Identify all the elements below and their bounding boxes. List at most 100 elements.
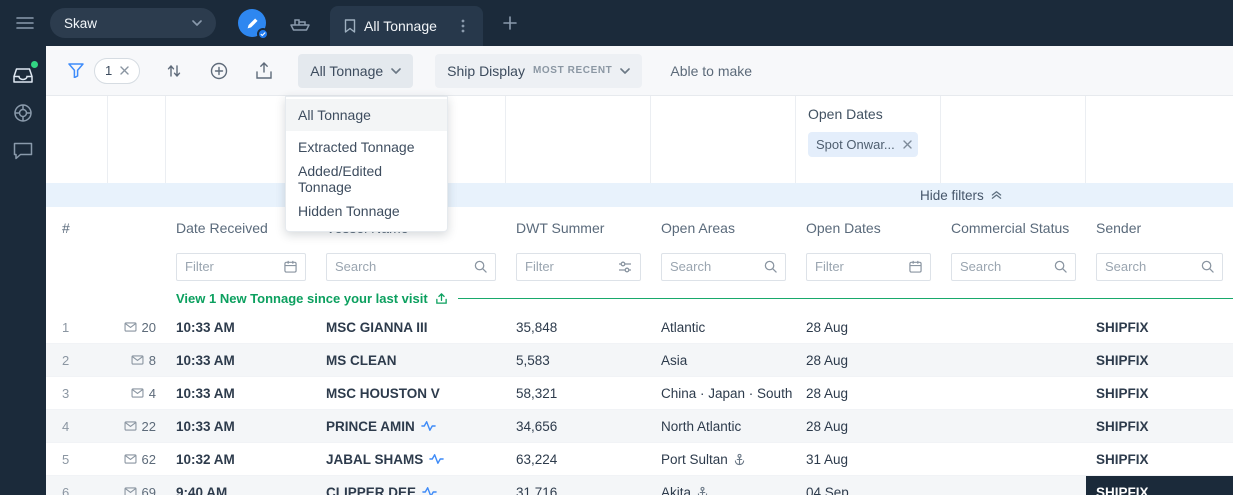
open-areas-value: Atlantic [661, 319, 706, 335]
open-dates-filter-chip[interactable]: Spot Onwar... [808, 132, 918, 157]
open-areas-value: Port Sultan [661, 451, 728, 467]
sort-icon[interactable] [166, 63, 182, 79]
envelope-icon [131, 388, 144, 398]
envelope-icon [124, 421, 137, 431]
filter-input-commercial-status[interactable] [960, 259, 1048, 274]
open-dates-cell: 28 Aug [806, 385, 849, 401]
vessel-name-cell: JABAL SHAMS [316, 452, 506, 467]
chip-close-icon[interactable] [903, 140, 912, 149]
calendar-icon[interactable] [909, 260, 922, 273]
ship-display-label: Ship Display [447, 62, 525, 79]
tab-all-tonnage[interactable]: All Tonnage [330, 6, 483, 46]
search-icon [1201, 260, 1214, 273]
filter-cell [46, 96, 108, 183]
row-number: 1 [62, 319, 70, 335]
vessel-name: JABAL SHAMS [326, 451, 424, 467]
sidebar-item-chat[interactable] [12, 140, 34, 162]
column-header-open-areas[interactable]: Open Areas [651, 220, 796, 236]
menu-item-added-edited-tonnage[interactable]: Added/Edited Tonnage [286, 163, 447, 195]
filter-cell-commercial-status [941, 96, 1086, 183]
sidebar-item-inbox[interactable] [12, 61, 38, 86]
search-icon [764, 260, 777, 273]
view-selector-button[interactable]: All Tonnage [298, 53, 414, 88]
ship-display-button[interactable]: Ship Display MOST RECENT [435, 53, 643, 88]
table-row[interactable]: 5 62 10:32 AM JABAL SHAMS 63,224 Port Sul… [46, 443, 1233, 476]
lifebuoy-icon [13, 103, 33, 123]
column-header-commercial-status[interactable]: Commercial Status [941, 220, 1086, 236]
dwt-summer-cell: 5,583 [516, 352, 550, 368]
table-header: # Date Received Vessel Name DWT Summer O… [46, 207, 1233, 248]
new-tab-plus-icon[interactable] [499, 12, 521, 34]
unread-value: 4 [148, 385, 156, 401]
open-dates-cell: 04 Sep [806, 484, 849, 495]
row-number: 4 [62, 418, 70, 434]
date-received-cell: 10:33 AM [176, 319, 235, 335]
sidebar-item-help[interactable] [12, 102, 34, 124]
table-row[interactable]: 1 20 10:33 AM MSC GIANNA III 35,848 Atlan… [46, 311, 1233, 344]
envelope-icon [124, 487, 137, 495]
date-received-cell: 10:32 AM [176, 451, 235, 467]
row-number: 6 [62, 484, 70, 495]
workspace-selector[interactable]: Skaw [50, 8, 216, 38]
vessel-name: CLIPPER DEE [326, 484, 417, 495]
compose-button[interactable] [238, 9, 269, 40]
date-received-cell: 9:40 AM [176, 484, 228, 495]
chevron-down-icon [391, 67, 401, 74]
filter-input-open-areas[interactable] [670, 259, 758, 274]
open-dates-cell: 28 Aug [806, 319, 849, 335]
menu-item-extracted-tonnage[interactable]: Extracted Tonnage [286, 131, 447, 163]
notification-dot [31, 61, 38, 68]
export-icon[interactable] [256, 62, 272, 79]
table-row[interactable]: 3 4 10:33 AM MSC HOUSTON V 58,321 China ·… [46, 377, 1233, 410]
table-row[interactable]: 2 8 10:33 AM MS CLEAN 5,583 Asia 28 Aug S… [46, 344, 1233, 377]
dwt-summer-cell: 35,848 [516, 319, 558, 335]
unread-count: 4 [131, 386, 156, 401]
open-areas-cell: China · Japan · South [651, 386, 796, 401]
open-dates-cell: 28 Aug [806, 418, 849, 434]
new-tonnage-link[interactable]: View 1 New Tonnage since your last visit [176, 291, 428, 306]
tab-menu-dots-icon[interactable] [457, 15, 469, 37]
add-tonnage-icon[interactable] [210, 62, 228, 80]
sliders-icon[interactable] [618, 261, 632, 273]
menu-item-hidden-tonnage[interactable]: Hidden Tonnage [286, 195, 447, 227]
clear-filter-icon[interactable] [120, 66, 129, 75]
filter-input-date-received[interactable] [185, 259, 278, 274]
vessel-name: MSC GIANNA III [326, 319, 428, 335]
unread-count: 8 [131, 353, 156, 368]
hamburger-menu-icon[interactable] [12, 10, 38, 36]
column-header-sender[interactable]: Sender [1086, 220, 1233, 236]
table-row[interactable]: 4 22 10:33 AM PRINCE AMIN 34,656 North At… [46, 410, 1233, 443]
hide-filters-button[interactable]: Hide filters [920, 183, 1002, 207]
chevron-up-icon [991, 190, 1002, 200]
able-to-make-button[interactable]: Able to make [670, 63, 752, 79]
filter-panel: Open Dates Spot Onwar... [46, 96, 1233, 183]
filter-input-open-dates[interactable] [815, 259, 903, 274]
filter-input-sender[interactable] [1105, 259, 1195, 274]
filter-input-dwt-summer[interactable] [525, 259, 612, 274]
calendar-icon[interactable] [284, 260, 297, 273]
open-areas-cell: Port Sultan [651, 452, 796, 467]
column-header-open-dates[interactable]: Open Dates [796, 220, 941, 236]
port-ship-icon[interactable] [288, 13, 312, 33]
active-filter-chip[interactable]: 1 [94, 57, 141, 84]
check-badge-icon [257, 28, 269, 40]
open-areas-cell: North Atlantic [651, 419, 796, 434]
topbar: Skaw All Tonnage [0, 0, 1233, 46]
menu-item-all-tonnage[interactable]: All Tonnage [286, 99, 447, 131]
search-icon [474, 260, 487, 273]
column-header-num[interactable]: # [46, 220, 166, 236]
unread-count: 62 [124, 452, 156, 467]
tab-label: All Tonnage [364, 18, 437, 34]
unread-value: 20 [141, 319, 156, 335]
upload-icon[interactable] [435, 292, 448, 305]
pencil-icon [246, 17, 259, 30]
column-header-dwt-summer[interactable]: DWT Summer [506, 220, 651, 236]
inbox-icon [13, 67, 33, 84]
anchor-icon [734, 453, 745, 466]
filter-cell-sender [1086, 96, 1233, 183]
table-row[interactable]: 6 69 9:40 AM CLIPPER DEE 31,716 Akita 04 … [46, 476, 1233, 495]
ais-signal-icon [421, 420, 436, 432]
filter-input-vessel-name[interactable] [335, 259, 468, 274]
hide-filters-band: Hide filters [46, 183, 1233, 207]
filter-funnel-icon[interactable] [68, 63, 84, 78]
